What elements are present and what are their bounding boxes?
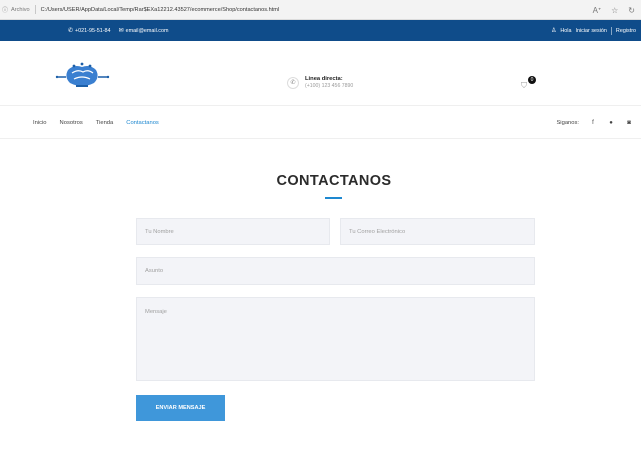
site-info-label: Archivo [11, 6, 30, 13]
nav-item-tienda[interactable]: Tienda [96, 120, 114, 126]
send-message-button[interactable]: ENVIAR MENSAJE [136, 395, 225, 421]
login-link[interactable]: Iniciar sesión [575, 28, 606, 34]
browser-actions: A͏ᐩ ☆ ↻ [593, 0, 635, 20]
info-icon: ⓘ [2, 8, 9, 14]
site-info-button[interactable]: ⓘ Archivo [0, 5, 30, 15]
user-icon: ♙ [550, 28, 557, 34]
star-icon[interactable]: ☆ [611, 6, 618, 15]
top-email[interactable]: ✉ email@email.com [118, 27, 169, 35]
read-aloud-icon[interactable]: A͏ᐩ [593, 6, 601, 15]
nav-item-nosotros[interactable]: Nosotros [60, 120, 83, 126]
top-phone[interactable]: ✆ +021-95-51-84 [68, 27, 111, 35]
account-divider [610, 26, 612, 35]
hotline-number[interactable]: (+100) 123 456 7890 [305, 83, 353, 89]
page-title: CONTACTANOS [276, 173, 392, 189]
greeting-text: Hola [560, 27, 572, 34]
phone-icon: ✆ [68, 28, 74, 34]
nav-menu: Inicio Nosotros Tienda Contactanos [33, 106, 159, 140]
nav-item-contactanos[interactable]: Contactanos [126, 120, 159, 126]
mail-icon: ✉ [118, 28, 124, 34]
hotline-label: Linea directa: [305, 76, 343, 82]
cart-button[interactable]: ⛉ 0 [521, 76, 537, 94]
email-placeholder: Tu Correo Electrónico [349, 228, 406, 235]
title-underline [325, 197, 342, 199]
subject-field[interactable]: Asunto [136, 257, 535, 285]
site-header: ✆ Linea directa: (+100) 123 456 7890 ⛉ 0 [0, 41, 641, 105]
register-link[interactable]: Registro [616, 28, 636, 34]
main-nav: Inicio Nosotros Tienda Contactanos Sigan… [0, 105, 641, 139]
cart-icon: ⛉ [521, 81, 527, 90]
instagram-icon[interactable]: ◙ [625, 119, 633, 127]
site-logo[interactable] [52, 61, 112, 91]
top-contact: ✆ +021-95-51-84 ✉ email@email.com [68, 20, 169, 41]
name-field[interactable]: Tu Nombre [136, 218, 330, 245]
top-phone-text: +021-95-51-84 [75, 27, 111, 34]
name-placeholder: Tu Nombre [145, 228, 174, 235]
browser-address-bar: ⓘ Archivo C:/Users/USER/AppData/Local/Te… [0, 0, 641, 20]
account-links: ♙ Hola Iniciar sesión Registro [551, 20, 636, 41]
message-field[interactable]: Mensaje [136, 297, 535, 381]
subject-placeholder: Asunto [145, 268, 164, 274]
top-bar: ✆ +021-95-51-84 ✉ email@email.com ♙ Hola… [0, 20, 641, 41]
github-icon[interactable]: ● [607, 119, 615, 127]
cart-count-badge: 0 [528, 76, 536, 84]
email-field[interactable]: Tu Correo Electrónico [340, 218, 535, 245]
follow-label: Siganos: [556, 120, 579, 126]
hotline: ✆ Linea directa: (+100) 123 456 7890 [287, 76, 353, 89]
facebook-icon[interactable]: f [589, 119, 597, 127]
hotline-phone-icon: ✆ [287, 76, 299, 89]
top-email-text: email@email.com [125, 27, 169, 34]
address-url[interactable]: C:/Users/USER/AppData/Local/Temp/Rar$EXa… [41, 7, 279, 13]
message-placeholder: Mensaje [145, 309, 167, 315]
nav-item-inicio[interactable]: Inicio [33, 120, 47, 126]
address-separator [34, 5, 36, 14]
social-links: Siganos: f ● ◙ [556, 106, 633, 140]
refresh-icon[interactable]: ↻ [628, 6, 635, 15]
logo-graphic [55, 62, 110, 87]
hotline-text: Linea directa: (+100) 123 456 7890 [305, 76, 353, 89]
